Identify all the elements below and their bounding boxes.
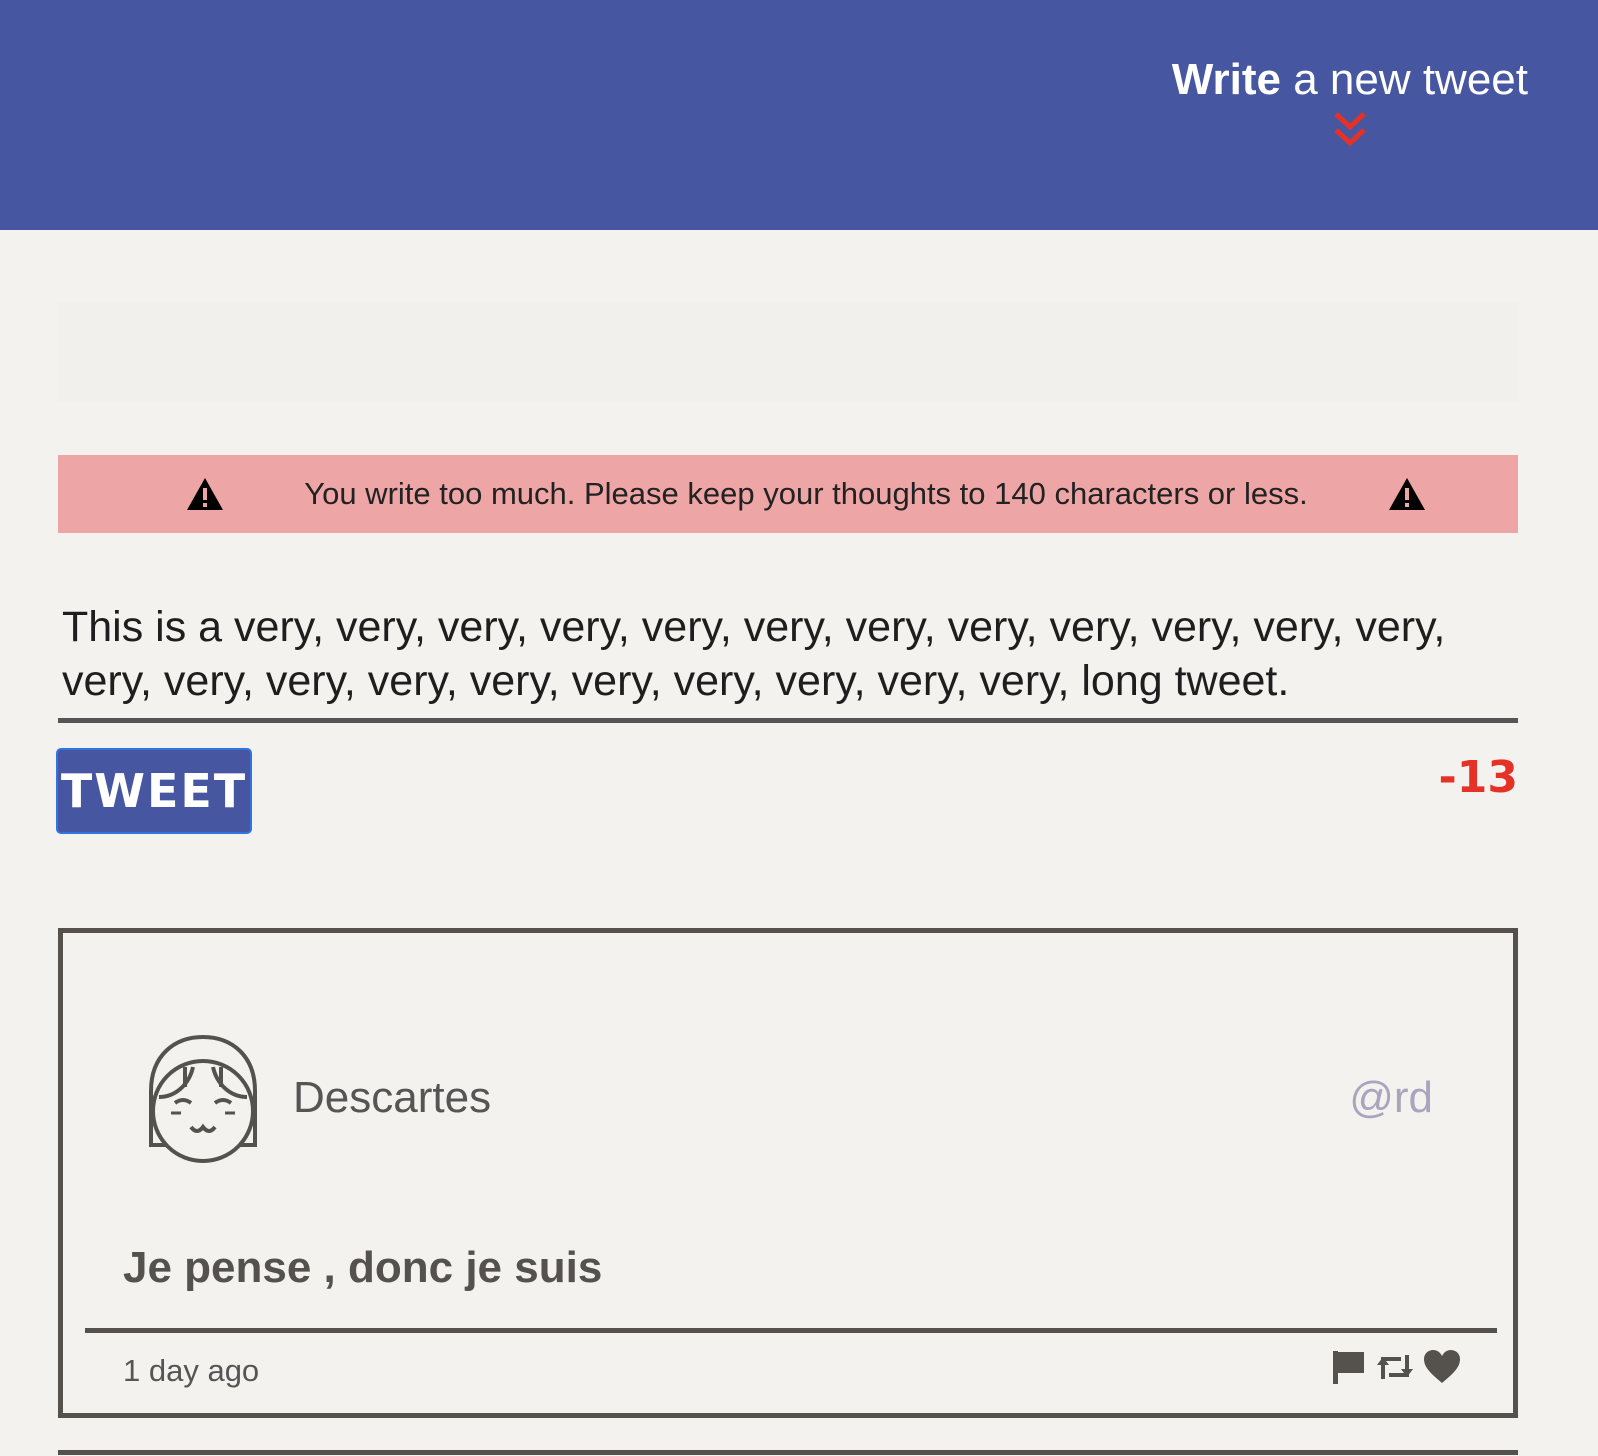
tweet-timestamp: 1 day ago <box>123 1353 260 1388</box>
char-counter: -13 <box>1438 752 1519 803</box>
retweet-icon[interactable] <box>1375 1349 1415 1385</box>
error-message: You write too much. Please keep your tho… <box>304 476 1308 511</box>
compose-area <box>58 302 1518 402</box>
top-bar: Write a new tweet <box>0 0 1598 230</box>
tweet-button[interactable]: TWEET <box>56 748 252 834</box>
compose-title-bold: Write <box>1171 55 1281 104</box>
avatar-face-icon <box>149 1034 257 1163</box>
tweet-author-name: Descartes <box>293 1073 492 1122</box>
tweet-content: Je pense , donc je suis <box>123 1243 603 1292</box>
tweet-input[interactable]: This is a very, very, very, very, very, … <box>58 600 1518 723</box>
flag-icon[interactable] <box>1331 1349 1367 1385</box>
tweet-card: Descartes @rd Je pense , donc je suis 1 … <box>58 928 1518 1418</box>
divider <box>85 1328 1497 1333</box>
next-tweet-card-edge <box>58 1450 1518 1455</box>
tweet-author-handle: @rd <box>1349 1073 1433 1122</box>
compose-title: Write a new tweet <box>1171 55 1528 104</box>
compose-title-rest: a new tweet <box>1280 55 1528 104</box>
warning-icon <box>1388 478 1425 510</box>
chevron-double-down-icon[interactable] <box>1330 110 1370 150</box>
heart-icon[interactable] <box>1423 1349 1461 1385</box>
warning-icon <box>187 478 223 510</box>
error-banner: You write too much. Please keep your tho… <box>58 455 1518 533</box>
tweet-actions <box>1331 1349 1461 1385</box>
compose-toggle[interactable]: Write a new tweet <box>1171 55 1528 150</box>
